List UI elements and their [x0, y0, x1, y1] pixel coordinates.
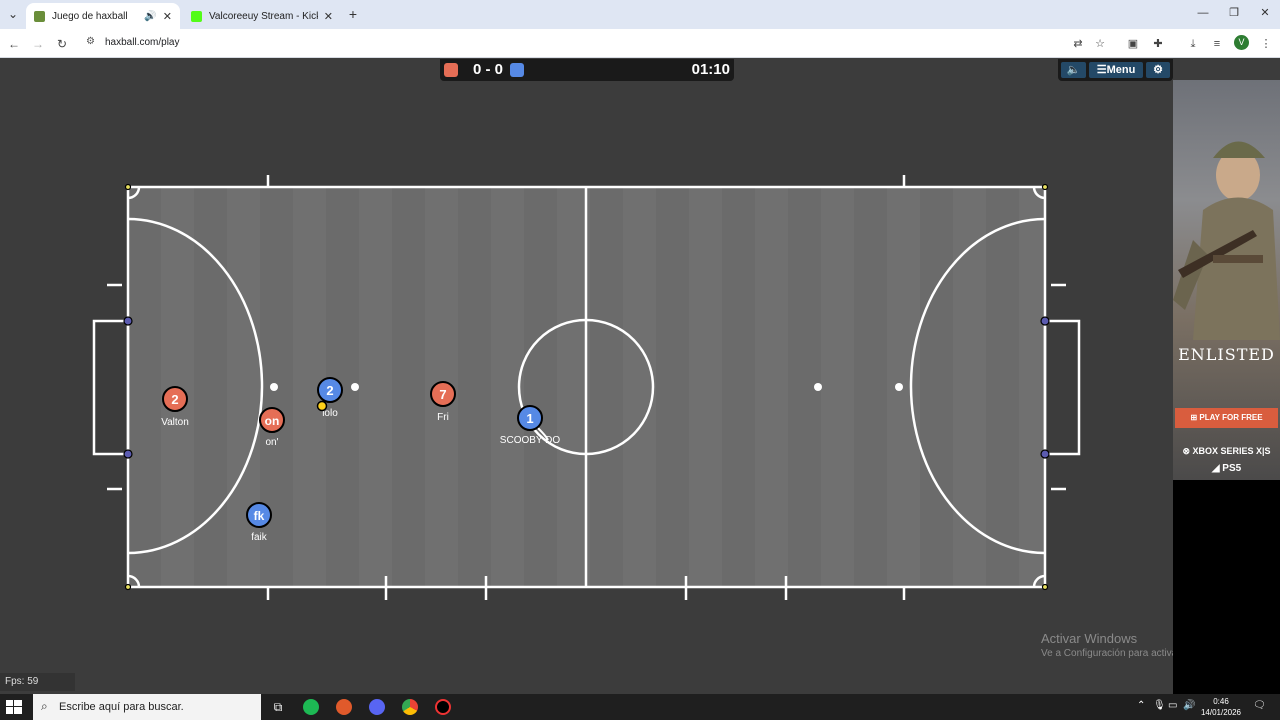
- player-valton: 2 Valton: [161, 386, 189, 428]
- score: 0 - 0: [472, 61, 503, 78]
- clock-time: 0:46: [1213, 697, 1229, 706]
- fps-counter: Fps: 59: [0, 673, 75, 691]
- haxball-favicon-icon: [34, 10, 45, 22]
- taskbar-clock[interactable]: 0:46 14/01/2026: [1196, 696, 1246, 718]
- activate-windows-title: Activar Windows: [1041, 631, 1138, 646]
- player-name: Valton: [161, 417, 189, 428]
- player-avatar: fk: [254, 509, 265, 523]
- translate-icon[interactable]: ⇄: [1069, 35, 1087, 53]
- taskbar-search[interactable]: ⌕ Escribe aquí para buscar.: [33, 694, 261, 720]
- scoreboard: 0 - 0 01:10: [440, 59, 734, 81]
- player-avatar: 7: [439, 387, 446, 402]
- match-timer: 01:10: [691, 61, 730, 78]
- network-icon[interactable]: ▭: [1168, 700, 1177, 711]
- ad-top-spacer: [1173, 58, 1280, 80]
- notifications-icon[interactable]: 🗨: [1253, 700, 1266, 711]
- tab-close-icon[interactable]: ✕: [163, 10, 172, 23]
- discord-icon[interactable]: [369, 699, 385, 715]
- ad-platform-ps5: ◢ PS5: [1173, 463, 1280, 474]
- red-team-square: [444, 63, 458, 77]
- ad-brand: ENLISTED: [1178, 345, 1275, 364]
- player-avatar: 1: [526, 411, 533, 426]
- brave-icon[interactable]: [336, 699, 352, 715]
- player-name: faik: [251, 532, 268, 543]
- spotify-icon[interactable]: [303, 699, 319, 715]
- gear-icon: ⚙: [1153, 64, 1163, 76]
- playstation-icon: ◢: [1211, 463, 1223, 474]
- site-info-icon[interactable]: ⚙: [86, 36, 95, 47]
- address-bar[interactable]: ⚙ haxball.com/play: [80, 32, 1118, 55]
- tab-haxball[interactable]: Juego de haxball 🔊 ✕: [26, 3, 180, 29]
- ad-play-label: PLAY FOR FREE: [1199, 413, 1263, 422]
- menu-button[interactable]: ☰Menu: [1089, 62, 1143, 78]
- extensions-icon[interactable]: ✚: [1149, 35, 1167, 53]
- chrome-icon[interactable]: [402, 699, 418, 715]
- tray-chevron-icon[interactable]: ⌃: [1137, 700, 1145, 711]
- browser-toolbar: ← → ↻ ⚙ haxball.com/play ⇄ ☆ ▣ ✚ ⤓ ≡ ⋮: [0, 29, 1280, 58]
- bookmark-star-icon[interactable]: ☆: [1091, 35, 1109, 53]
- settings-button[interactable]: ⚙: [1146, 62, 1170, 78]
- clock-date: 14/01/2026: [1200, 708, 1242, 717]
- enlisted-ad[interactable]: ENLISTED ⊞ PLAY FOR FREE ⊗ XBOX SERIES X…: [1173, 80, 1280, 480]
- minimize-icon[interactable]: —: [1193, 4, 1213, 22]
- forward-icon[interactable]: →: [29, 35, 47, 53]
- xbox-icon: ⊗: [1182, 446, 1193, 456]
- task-view-icon[interactable]: ⧉: [270, 699, 286, 715]
- volume-icon[interactable]: 🔊: [1183, 700, 1195, 711]
- ball: [316, 400, 328, 412]
- tab-close-icon[interactable]: ✕: [324, 10, 333, 23]
- restore-icon[interactable]: ❐: [1224, 4, 1244, 22]
- obs-icon[interactable]: [435, 699, 451, 715]
- tab-groups-icon[interactable]: ▣: [1124, 35, 1142, 53]
- kick-favicon-icon: [191, 10, 202, 22]
- downloads-icon[interactable]: ⤓: [1184, 35, 1202, 53]
- tab-search-chevron-icon[interactable]: ⌄: [4, 5, 22, 23]
- platform-xbox-label: XBOX SERIES X|S: [1192, 446, 1271, 456]
- windows-start-icon[interactable]: [6, 700, 22, 714]
- pitch: 2 Valton on on' 2 lolo 7 Fri 1 SCOOBY DO…: [92, 175, 1081, 600]
- player-name: on': [265, 437, 278, 448]
- tab-kick[interactable]: Valcoreeuy Stream - Kick Dashb ✕: [183, 3, 341, 29]
- player-avatar: 2: [171, 392, 178, 407]
- player-avatar: 2: [326, 383, 333, 398]
- taskbar-search-placeholder: Escribe aquí para buscar.: [59, 701, 184, 713]
- player-avatar: on: [265, 414, 280, 428]
- sound-toggle-button[interactable]: 🔈: [1061, 62, 1086, 78]
- ad-empty-area: [1173, 480, 1280, 694]
- ad-play-button[interactable]: ⊞ PLAY FOR FREE: [1175, 408, 1278, 428]
- windows-taskbar: ⌕ Escribe aquí para buscar. ⧉ ⌃ 🎙 ▭ 🔊 0:…: [0, 694, 1280, 720]
- microphone-icon[interactable]: 🎙: [1153, 700, 1166, 711]
- blue-team-square: [510, 63, 524, 77]
- reading-list-icon[interactable]: ≡: [1208, 35, 1226, 53]
- player-name: SCOOBY DO: [500, 435, 561, 446]
- tab-title: Valcoreeuy Stream - Kick Dashb: [209, 10, 318, 22]
- tab-audio-icon[interactable]: 🔊: [144, 11, 156, 22]
- game-top-menu: 🔈 ☰Menu ⚙: [1058, 59, 1173, 81]
- speaker-icon: 🔈: [1066, 64, 1081, 76]
- search-icon: ⌕: [41, 699, 48, 713]
- address-url: haxball.com/play: [105, 37, 180, 48]
- tab-strip: ⌄ Juego de haxball 🔊 ✕ Valcoreeuy Stream…: [0, 0, 1280, 29]
- profile-avatar[interactable]: V: [1234, 35, 1249, 50]
- back-icon[interactable]: ←: [5, 35, 23, 53]
- new-tab-button[interactable]: +: [344, 5, 362, 23]
- reload-icon[interactable]: ↻: [53, 35, 71, 53]
- hamburger-icon: ☰: [1096, 64, 1107, 76]
- platform-ps5-label: PS5: [1222, 463, 1242, 474]
- browser-menu-icon[interactable]: ⋮: [1257, 35, 1275, 53]
- menu-label: Menu: [1106, 64, 1136, 76]
- tab-title: Juego de haxball: [52, 10, 128, 22]
- player-name: Fri: [437, 412, 449, 423]
- ad-platform-xbox: ⊗ XBOX SERIES X|S: [1173, 446, 1280, 457]
- close-window-icon[interactable]: ✕: [1255, 4, 1275, 22]
